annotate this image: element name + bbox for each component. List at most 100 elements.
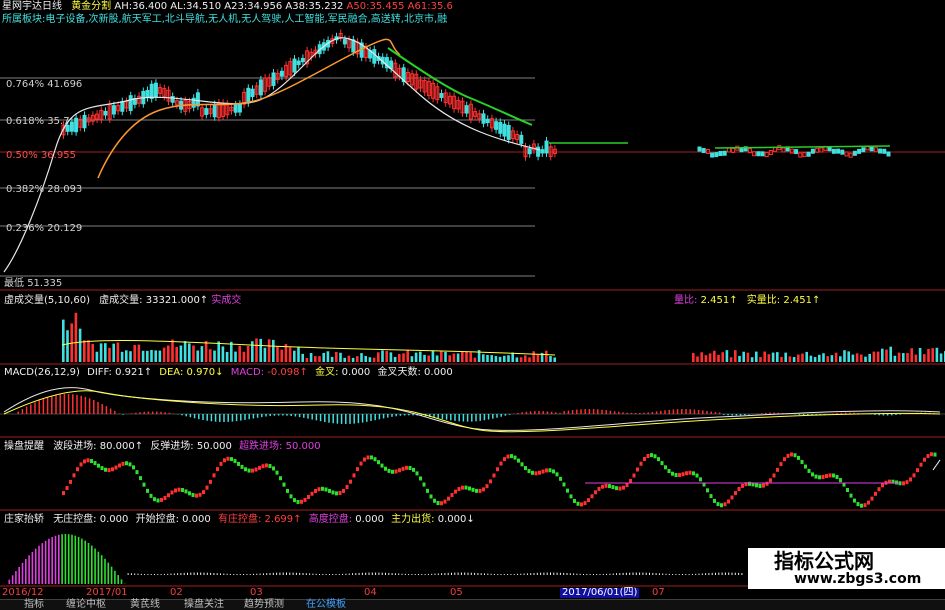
candle-body — [819, 147, 824, 153]
volume-bar — [461, 351, 464, 362]
trade-signal-dot — [594, 490, 597, 495]
trade-signal-dot — [433, 498, 436, 503]
trade-signal-dot — [653, 454, 657, 459]
trade-signal-dot — [828, 473, 832, 478]
trade-signal-dot — [867, 500, 870, 505]
volume-bar — [910, 348, 913, 362]
trade-signal-dot — [548, 468, 552, 473]
trade-signal-dot — [300, 499, 303, 504]
trade-signal-dot — [524, 466, 527, 471]
fib-label-0382: 0.382% 28.093 — [6, 184, 83, 195]
trade-signal-dot — [391, 469, 394, 474]
trade-signal-dot — [135, 470, 139, 475]
rebound-label: 反弹进场: — [150, 441, 194, 452]
candle-body — [831, 148, 836, 154]
volume-bar — [377, 352, 380, 362]
volume-bar — [822, 353, 825, 362]
golden-value: 35.232 — [308, 1, 344, 12]
volume-bar — [830, 355, 834, 362]
trade-signal-dot — [167, 493, 170, 498]
trade-signal-dot — [527, 469, 531, 474]
date-label: 2017/01 — [86, 587, 128, 598]
candle-body — [153, 82, 158, 98]
volume-bar — [217, 341, 220, 362]
golden-value: 34.956 — [247, 1, 283, 12]
candle-body — [806, 151, 811, 157]
no-dealer-value: 0.000 — [99, 514, 129, 525]
trade-signal-dot — [650, 453, 653, 458]
has-dealer-label: 有庄控盘: — [217, 514, 262, 525]
diff-label: DIFF: — [87, 367, 112, 378]
golden-key: A61: — [404, 1, 431, 12]
trade-signal-dot — [405, 465, 408, 470]
volume-bar — [755, 351, 758, 362]
volume-bar — [318, 356, 321, 362]
trade-signal-dot — [853, 498, 856, 503]
trade-signal-dot — [282, 482, 286, 487]
dealer-panel-name: 庄家抬轿 — [4, 514, 44, 525]
trade-signal-dot — [412, 467, 415, 472]
trade-signal-dot — [464, 485, 468, 490]
trade-signal-dot — [223, 458, 226, 463]
date-axis: 2016/12 2017/01 02 03 04 05 2017/06/01(四… — [0, 588, 945, 598]
trade-signal-dot — [310, 491, 314, 496]
trade-signal-dot — [461, 485, 464, 490]
trade-signal-dot — [772, 473, 776, 478]
volume-bar — [322, 352, 325, 362]
volume-bar — [536, 354, 540, 362]
volume-bar — [515, 357, 519, 362]
volume-bar — [721, 352, 724, 362]
trade-signal-dot — [611, 485, 615, 490]
trade-signal-dot — [583, 501, 587, 506]
volume-bar — [692, 352, 695, 362]
trade-panel-label: 操盘提醒 波段进场: 80.000↑ 反弹进场: 50.000 超跌进场: 50… — [4, 441, 321, 453]
trade-signal-dot — [317, 487, 321, 492]
volume-bar — [708, 353, 712, 362]
volume-bar — [813, 357, 817, 362]
trade-signal-dot — [247, 468, 251, 473]
trade-signal-dot — [923, 457, 926, 462]
candle-body — [882, 148, 887, 154]
volume-bar — [309, 353, 313, 362]
golden-value: 34.510 — [186, 1, 222, 12]
candle-body — [351, 39, 356, 53]
volume-bar — [91, 344, 94, 362]
trade-signal-dot — [804, 464, 807, 469]
start-control-value: 0.000 — [182, 514, 211, 525]
candle-body — [886, 151, 891, 157]
candle-body — [544, 140, 549, 154]
trade-signal-dot — [163, 495, 167, 500]
date-label: 04 — [364, 587, 377, 598]
volume-bar — [427, 355, 430, 362]
trade-signal-dot — [664, 465, 667, 470]
macd-diff-line — [3, 387, 941, 431]
trade-signal-dot — [877, 487, 881, 492]
volume-bar — [62, 319, 65, 362]
volume-bar — [784, 352, 787, 362]
trade-signal-dot — [429, 494, 433, 499]
volume-bar — [923, 354, 926, 362]
candle-body — [237, 103, 242, 113]
volume-bar — [78, 328, 82, 362]
volume-bar — [381, 350, 384, 362]
candle-body — [170, 96, 175, 103]
trade-signal-dot — [65, 486, 69, 491]
trade-signal-dot — [188, 491, 191, 496]
volume-bar — [389, 352, 393, 362]
date-label: 03 — [250, 587, 263, 598]
trade-signal-dot — [156, 498, 160, 503]
rebound-value: 50.000 — [196, 441, 232, 452]
candle-body — [760, 151, 765, 157]
trade-signal-dot — [776, 467, 779, 472]
trade-signal-dot — [478, 488, 482, 493]
volume-bar — [519, 357, 523, 362]
candle-body — [342, 39, 347, 45]
gold-days-label: 金叉天数: — [377, 367, 421, 378]
trade-signal-dot — [370, 455, 373, 460]
trade-signal-dot — [86, 458, 90, 463]
trade-signal-dot — [671, 471, 674, 476]
candle-body — [869, 146, 874, 152]
date-label: 2016/12 — [2, 587, 44, 598]
has-dealer-value: 2.699↑ — [264, 514, 302, 525]
trade-signal-dot — [146, 488, 149, 493]
